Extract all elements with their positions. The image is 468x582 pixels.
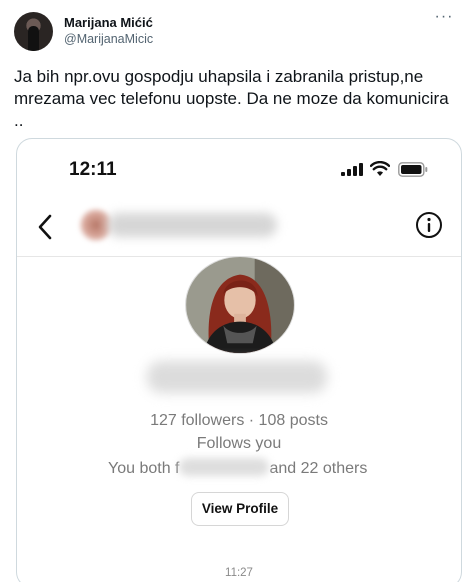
tweet-media-screenshot[interactable]: 12:11 127 followers · 108 posts Follows … (16, 138, 462, 582)
author-handle[interactable]: @MarijanaMicic (64, 32, 153, 46)
redacted-profile-name (147, 361, 327, 393)
info-icon[interactable] (415, 211, 443, 239)
tweet-header: Marijana Mićić @MarijanaMicic ··· (14, 9, 454, 52)
wifi-icon (370, 161, 390, 176)
mutuals-suffix: and 22 others (269, 460, 368, 477)
more-horizontal-icon[interactable]: ··· (434, 9, 454, 26)
profile-stats: 127 followers · 108 posts (150, 412, 328, 429)
signal-icon (341, 163, 363, 176)
view-profile-button[interactable]: View Profile (191, 492, 289, 526)
profile-nav-bar (17, 197, 461, 257)
phone-status-bar: 12:11 (17, 139, 461, 197)
redacted-mutual-names (179, 458, 270, 476)
redacted-username (107, 213, 277, 237)
chevron-left-icon[interactable] (37, 214, 53, 240)
mutuals-prefix: You both f (108, 460, 180, 477)
battery-icon (398, 162, 428, 177)
mutual-followers: You both f and 22 others (108, 458, 378, 478)
message-timestamp: 11:27 (225, 567, 253, 579)
follows-you-label: Follows you (196, 435, 282, 452)
status-time: 12:11 (69, 159, 117, 180)
author-name[interactable]: Marijana Mićić (64, 15, 153, 30)
author-avatar[interactable] (14, 12, 53, 51)
profile-photo[interactable] (185, 256, 295, 354)
tweet-text: Ja bih npr.ovu gospodju uhapsila i zabra… (14, 67, 449, 130)
